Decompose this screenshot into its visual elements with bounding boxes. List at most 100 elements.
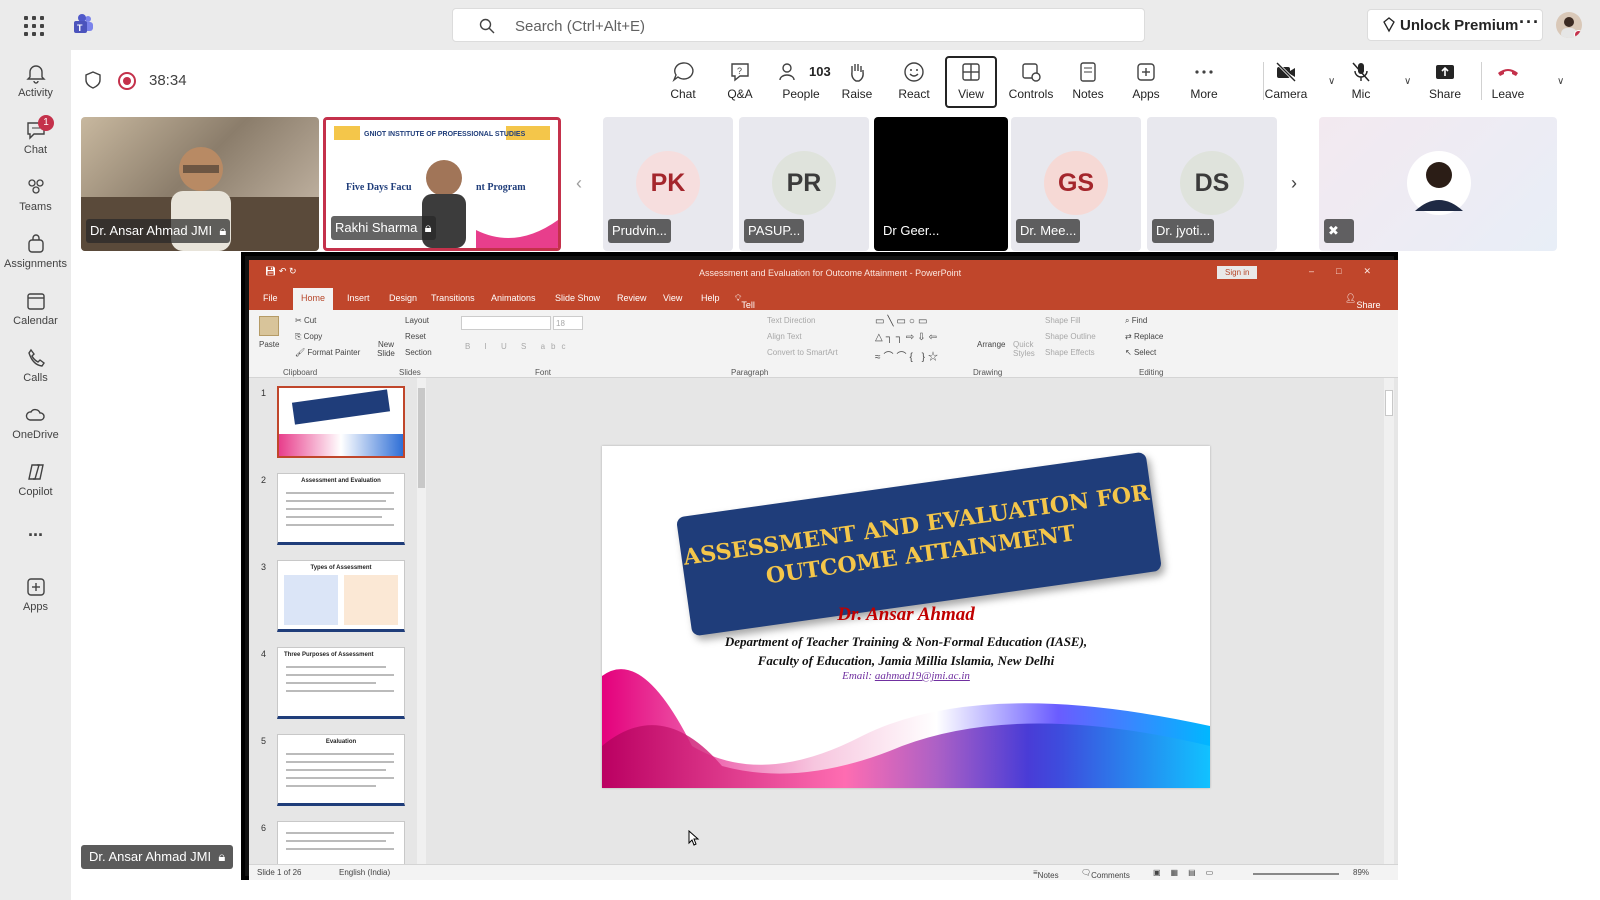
paste-button[interactable]: Paste — [259, 340, 279, 349]
participant-tile[interactable]: Dr Geer... — [874, 117, 1008, 251]
view-mode-icons[interactable]: ▣▦▤▭ — [1153, 868, 1223, 877]
slide-thumbnail[interactable]: Assessment and Evaluation — [277, 473, 405, 545]
pp-tab[interactable]: Slide Show — [555, 293, 600, 303]
self-view-tile[interactable]: ✖ — [1319, 117, 1557, 251]
rail-item-copilot[interactable]: Copilot — [0, 455, 71, 509]
rail-item-activity[interactable]: Activity — [0, 56, 71, 110]
participant-tile[interactable]: Dr. Ansar Ahmad JMI 🔒︎ — [81, 117, 319, 251]
slide-canvas[interactable]: ASSESSMENT AND EVALUATION FOR OUTCOME ATT… — [602, 446, 1210, 788]
scroll-thumb[interactable] — [418, 388, 425, 488]
app-launcher-icon[interactable] — [24, 16, 44, 36]
react-button[interactable]: React — [888, 58, 940, 108]
gallery-next-icon[interactable]: › — [1291, 173, 1297, 194]
pp-tab[interactable]: File — [263, 293, 278, 303]
pp-tab[interactable]: Transitions — [431, 293, 475, 303]
text-direction-button[interactable]: Text Direction — [767, 316, 815, 325]
people-button[interactable]: 103 People — [773, 58, 831, 108]
new-slide-button[interactable]: New Slide — [371, 340, 401, 358]
quick-styles-button[interactable]: Quick Styles — [1013, 340, 1035, 358]
more-button[interactable]: More — [1178, 58, 1230, 108]
select-button[interactable]: ↖ Select — [1125, 348, 1156, 357]
shapes-gallery[interactable]: ▭╲▭○▭ — [875, 316, 930, 327]
font-name-input[interactable] — [461, 316, 551, 330]
align-text-button[interactable]: Align Text — [767, 332, 802, 341]
controls-button[interactable]: Controls — [1004, 58, 1058, 108]
share-button[interactable]: Share — [1419, 58, 1471, 108]
convert-smartart-button[interactable]: Convert to SmartArt — [767, 348, 838, 357]
pp-tab-home[interactable]: Home — [293, 288, 334, 310]
slide-thumbnail[interactable]: Three Purposes of Assessment — [277, 647, 405, 719]
rail-item-assignments[interactable]: Assignments — [0, 227, 71, 281]
slide-thumbnail[interactable] — [277, 386, 405, 458]
replace-button[interactable]: ⇄ Replace — [1125, 332, 1163, 341]
pp-tab[interactable]: View — [663, 293, 682, 303]
notes-toggle[interactable]: ≡ Notes — [1033, 868, 1059, 880]
thumbnail-scrollbar[interactable] — [417, 378, 426, 864]
pp-tab[interactable]: Animations — [491, 293, 536, 303]
camera-button[interactable]: Camera — [1254, 58, 1318, 108]
rail-item-calendar[interactable]: Calendar — [0, 284, 71, 338]
shield-icon[interactable] — [85, 71, 101, 89]
pp-tab[interactable]: Help — [701, 293, 720, 303]
pp-tab[interactable]: Design — [389, 293, 417, 303]
language-status[interactable]: English (India) — [339, 868, 390, 877]
slide-thumbnail[interactable]: Types of Assessment — [277, 560, 405, 632]
section-button[interactable]: Section — [405, 348, 432, 357]
mic-button[interactable]: Mic — [1335, 58, 1387, 108]
profile-avatar[interactable] — [1556, 12, 1582, 38]
format-painter-button[interactable]: 🖌︎ Format Painter — [295, 348, 360, 357]
participant-tile[interactable]: PK Prudvin... — [603, 117, 733, 251]
rail-item-teams[interactable]: Teams — [0, 170, 71, 224]
pp-tab[interactable]: Review — [617, 293, 647, 303]
pp-share-button[interactable]: 👤︎ Share — [1345, 293, 1380, 310]
shape-outline-button[interactable]: Shape Outline — [1045, 332, 1096, 341]
shape-effects-button[interactable]: Shape Effects — [1045, 348, 1095, 357]
font-format-icons[interactable]: B I U S abc — [465, 342, 571, 351]
pp-tab[interactable]: Insert — [347, 293, 370, 303]
chat-button[interactable]: Chat — [657, 58, 709, 108]
layout-button[interactable]: Layout — [405, 316, 429, 325]
arrange-button[interactable]: Arrange — [977, 340, 1005, 349]
rail-item-calls[interactable]: Calls — [0, 341, 71, 395]
pp-tell-me[interactable]: 💡︎ Tell me what you want to do — [735, 293, 760, 370]
participant-tile[interactable]: DS Dr. jyoti... — [1147, 117, 1277, 251]
shapes-gallery-row[interactable]: ≈⌒⌒{ }☆ — [875, 348, 941, 363]
paste-icon[interactable] — [259, 316, 279, 336]
zoom-slider[interactable] — [1253, 873, 1339, 875]
slide-scrollbar[interactable] — [1384, 378, 1394, 864]
rail-more-button[interactable]: ... — [0, 520, 71, 574]
leave-button[interactable]: Leave — [1478, 58, 1538, 108]
view-button[interactable]: View — [945, 56, 997, 108]
cut-button[interactable]: ✂ Cut — [295, 316, 316, 325]
mic-options-icon[interactable]: ∨ — [1404, 76, 1411, 87]
pp-sign-in-button[interactable]: Sign in — [1217, 266, 1258, 279]
leave-options-icon[interactable]: ∨ — [1557, 76, 1564, 87]
zoom-level[interactable]: 89% — [1353, 868, 1369, 877]
rail-item-apps[interactable]: Apps — [0, 570, 71, 624]
scroll-thumb[interactable] — [1385, 390, 1393, 416]
copy-button[interactable]: ⎘ Copy — [295, 332, 322, 342]
apps-button[interactable]: Apps — [1120, 58, 1172, 108]
shapes-gallery-row[interactable]: △┐┐⇨⇩⇦ — [875, 332, 940, 343]
rail-item-chat[interactable]: Chat 1 — [0, 113, 71, 167]
pp-window-controls-icon[interactable]: –□✕ — [1309, 266, 1393, 277]
reset-button[interactable]: Reset — [405, 332, 426, 341]
raise-hand-button[interactable]: Raise — [831, 58, 883, 108]
rail-item-onedrive[interactable]: OneDrive — [0, 398, 71, 452]
participant-tile-active-speaker[interactable]: GNIOT INSTITUTE OF PROFESSIONAL STUDIES F… — [323, 117, 561, 251]
find-button[interactable]: ⌕ Find — [1125, 316, 1147, 326]
pp-quick-access-icon[interactable]: 💾︎ ↶ ↻ — [265, 266, 297, 277]
gallery-prev-icon[interactable]: ‹ — [576, 173, 582, 194]
notes-button[interactable]: Notes — [1062, 58, 1114, 108]
email-link[interactable]: aahmad19@jmi.ac.in — [875, 670, 970, 682]
font-size-input[interactable]: 18 — [553, 316, 583, 330]
slide-thumbnail[interactable]: Evaluation — [277, 734, 405, 806]
more-options-icon[interactable]: ··· — [1519, 12, 1540, 33]
unlock-premium-button[interactable]: Unlock Premium ··· — [1367, 9, 1543, 41]
participant-tile[interactable]: GS Dr. Mee... — [1011, 117, 1141, 251]
search-input[interactable]: Search (Ctrl+Alt+E) — [452, 8, 1145, 42]
shape-fill-button[interactable]: Shape Fill — [1045, 316, 1081, 325]
participant-tile[interactable]: PR PASUP... — [739, 117, 869, 251]
comments-toggle[interactable]: 🗨︎ Comments — [1081, 868, 1130, 880]
qa-button[interactable]: ? Q&A — [714, 58, 766, 108]
